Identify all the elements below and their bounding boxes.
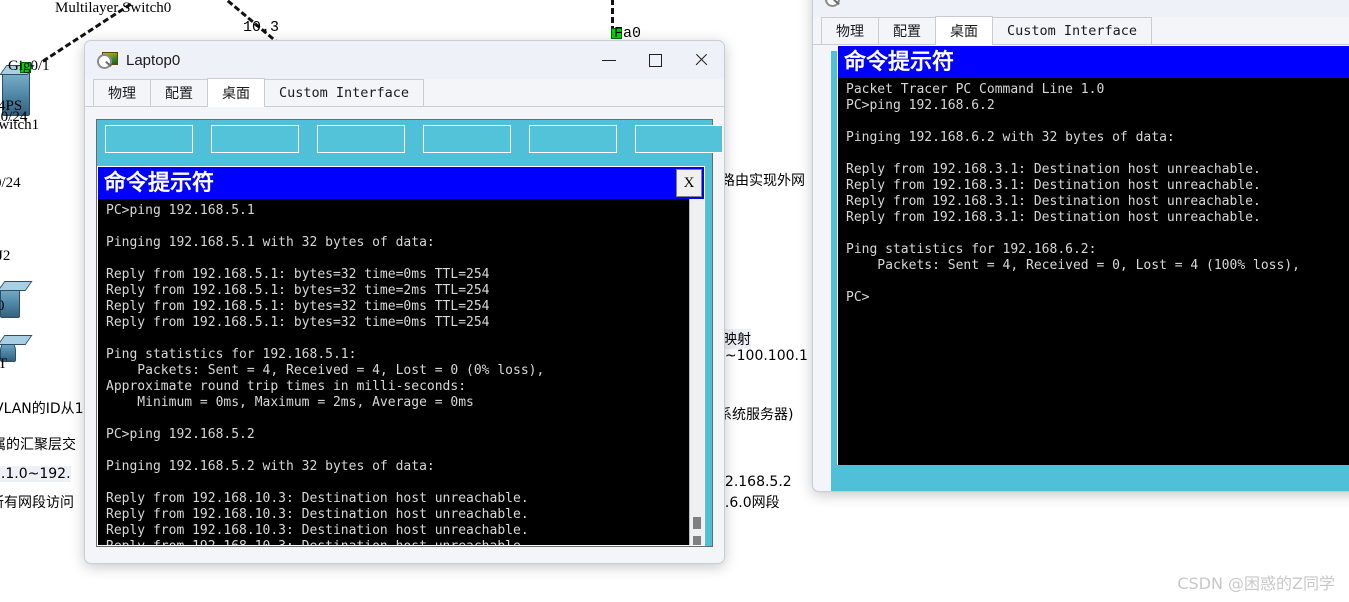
close-button[interactable] bbox=[678, 41, 724, 79]
scrollbar-thumb[interactable] bbox=[693, 517, 701, 529]
annotation-note: 路由实现外网 bbox=[721, 173, 805, 189]
topology-label: Gig0/1 bbox=[8, 58, 50, 74]
pc-cmd-title: 命令提示符 bbox=[844, 49, 955, 75]
annotation-note: 属的汇聚层交 bbox=[0, 437, 76, 453]
topology-label: Multilayer Switch0 bbox=[55, 0, 172, 16]
pc-packet-tracer-desktop: 命令提示符 Packet Tracer PC Command Line 1.0 … bbox=[831, 45, 1349, 491]
laptop-window[interactable]: Laptop0 物理 配置 桌面 Custom Interface 命令提示符 … bbox=[84, 40, 725, 564]
laptop-packet-tracer-desktop: 命令提示符 X PC>ping 192.168.5.1 Pinging 192.… bbox=[96, 119, 723, 547]
pc-window-titlebar[interactable] bbox=[813, 0, 1349, 17]
laptop-cmd-scrollbar[interactable] bbox=[689, 199, 704, 545]
laptop-window-titlebar[interactable]: Laptop0 bbox=[85, 41, 724, 79]
annotation-note: 8.1.0~192. bbox=[0, 466, 71, 482]
tab-physical[interactable]: 物理 bbox=[821, 17, 879, 44]
topology-label: T bbox=[0, 356, 8, 372]
laptop-cmd-titlebar[interactable]: 命令提示符 X bbox=[98, 167, 704, 199]
tab-custom-interface[interactable]: Custom Interface bbox=[992, 17, 1153, 44]
pc-tab-strip[interactable]: 物理 配置 桌面 Custom Interface bbox=[813, 16, 1349, 45]
laptop-tab-strip[interactable]: 物理 配置 桌面 Custom Interface bbox=[85, 78, 724, 107]
pc-command-prompt-window[interactable]: 命令提示符 Packet Tracer PC Command Line 1.0 … bbox=[837, 45, 1349, 465]
tab-desktop[interactable]: 桌面 bbox=[207, 78, 265, 107]
desktop-icon[interactable] bbox=[635, 125, 723, 153]
annotation-note: 所有网段访问 bbox=[0, 495, 74, 511]
topology-label: 0 bbox=[0, 298, 5, 314]
laptop-magnifier-icon bbox=[825, 0, 845, 7]
topology-label: Switch1 bbox=[0, 117, 40, 133]
desktop-icon[interactable] bbox=[105, 125, 193, 153]
laptop-command-prompt-window[interactable]: 命令提示符 X PC>ping 192.168.5.1 Pinging 192.… bbox=[97, 166, 705, 546]
annotation-note: 系统服务器) bbox=[718, 407, 794, 423]
laptop-magnifier-icon bbox=[97, 51, 118, 69]
topology-label: J2 bbox=[0, 248, 11, 264]
annotation-note: 2~100.100.1 bbox=[716, 348, 808, 364]
tab-custom-interface[interactable]: Custom Interface bbox=[264, 79, 425, 106]
desktop-icon[interactable] bbox=[423, 125, 511, 153]
tab-config[interactable]: 配置 bbox=[150, 79, 208, 106]
desktop-icon[interactable] bbox=[529, 125, 617, 153]
laptop-window-title: Laptop0 bbox=[126, 51, 181, 69]
pc-cmd-titlebar[interactable]: 命令提示符 bbox=[838, 46, 1349, 78]
pc-cmd-body[interactable]: Packet Tracer PC Command Line 1.0 PC>pin… bbox=[838, 78, 1349, 465]
csdn-watermark: CSDN @困惑的Z同学 bbox=[1177, 574, 1335, 593]
laptop-window-controls[interactable] bbox=[586, 41, 724, 79]
pc-cmd-output: Packet Tracer PC Command Line 1.0 PC>pin… bbox=[846, 82, 1300, 305]
annotation-note: 映射 bbox=[723, 329, 751, 349]
laptop-cmd-body[interactable]: PC>ping 192.168.5.1 Pinging 192.168.5.1 … bbox=[98, 199, 704, 545]
laptop-cmd-title: 命令提示符 bbox=[104, 170, 215, 196]
tab-physical[interactable]: 物理 bbox=[93, 79, 151, 106]
desktop-icon[interactable] bbox=[211, 125, 299, 153]
laptop-cmd-output: PC>ping 192.168.5.1 Pinging 192.168.5.1 … bbox=[106, 203, 545, 545]
topology-label: 0/24 bbox=[0, 175, 21, 191]
desktop-icon[interactable] bbox=[317, 125, 405, 153]
tab-config[interactable]: 配置 bbox=[878, 17, 936, 44]
pc-window[interactable]: 物理 配置 桌面 Custom Interface 命令提示符 Packet T… bbox=[812, 0, 1349, 492]
annotation-note: 3.6.0网段 bbox=[716, 495, 780, 511]
tab-desktop[interactable]: 桌面 bbox=[935, 16, 993, 45]
scrollbar-thumb[interactable] bbox=[693, 536, 701, 545]
laptop-cmd-close-button[interactable]: X bbox=[676, 169, 702, 197]
maximize-button[interactable] bbox=[632, 41, 678, 79]
annotation-note: VLAN的ID从1 bbox=[0, 401, 84, 417]
topology-label: 10.3 bbox=[243, 19, 280, 36]
minimize-button[interactable] bbox=[586, 41, 632, 79]
annotation-note: 92.168.5.2 bbox=[716, 474, 792, 490]
screen-root: Multilayer Switch0 Gig0/1 10.3 Fa0 4PS a… bbox=[0, 0, 1349, 602]
